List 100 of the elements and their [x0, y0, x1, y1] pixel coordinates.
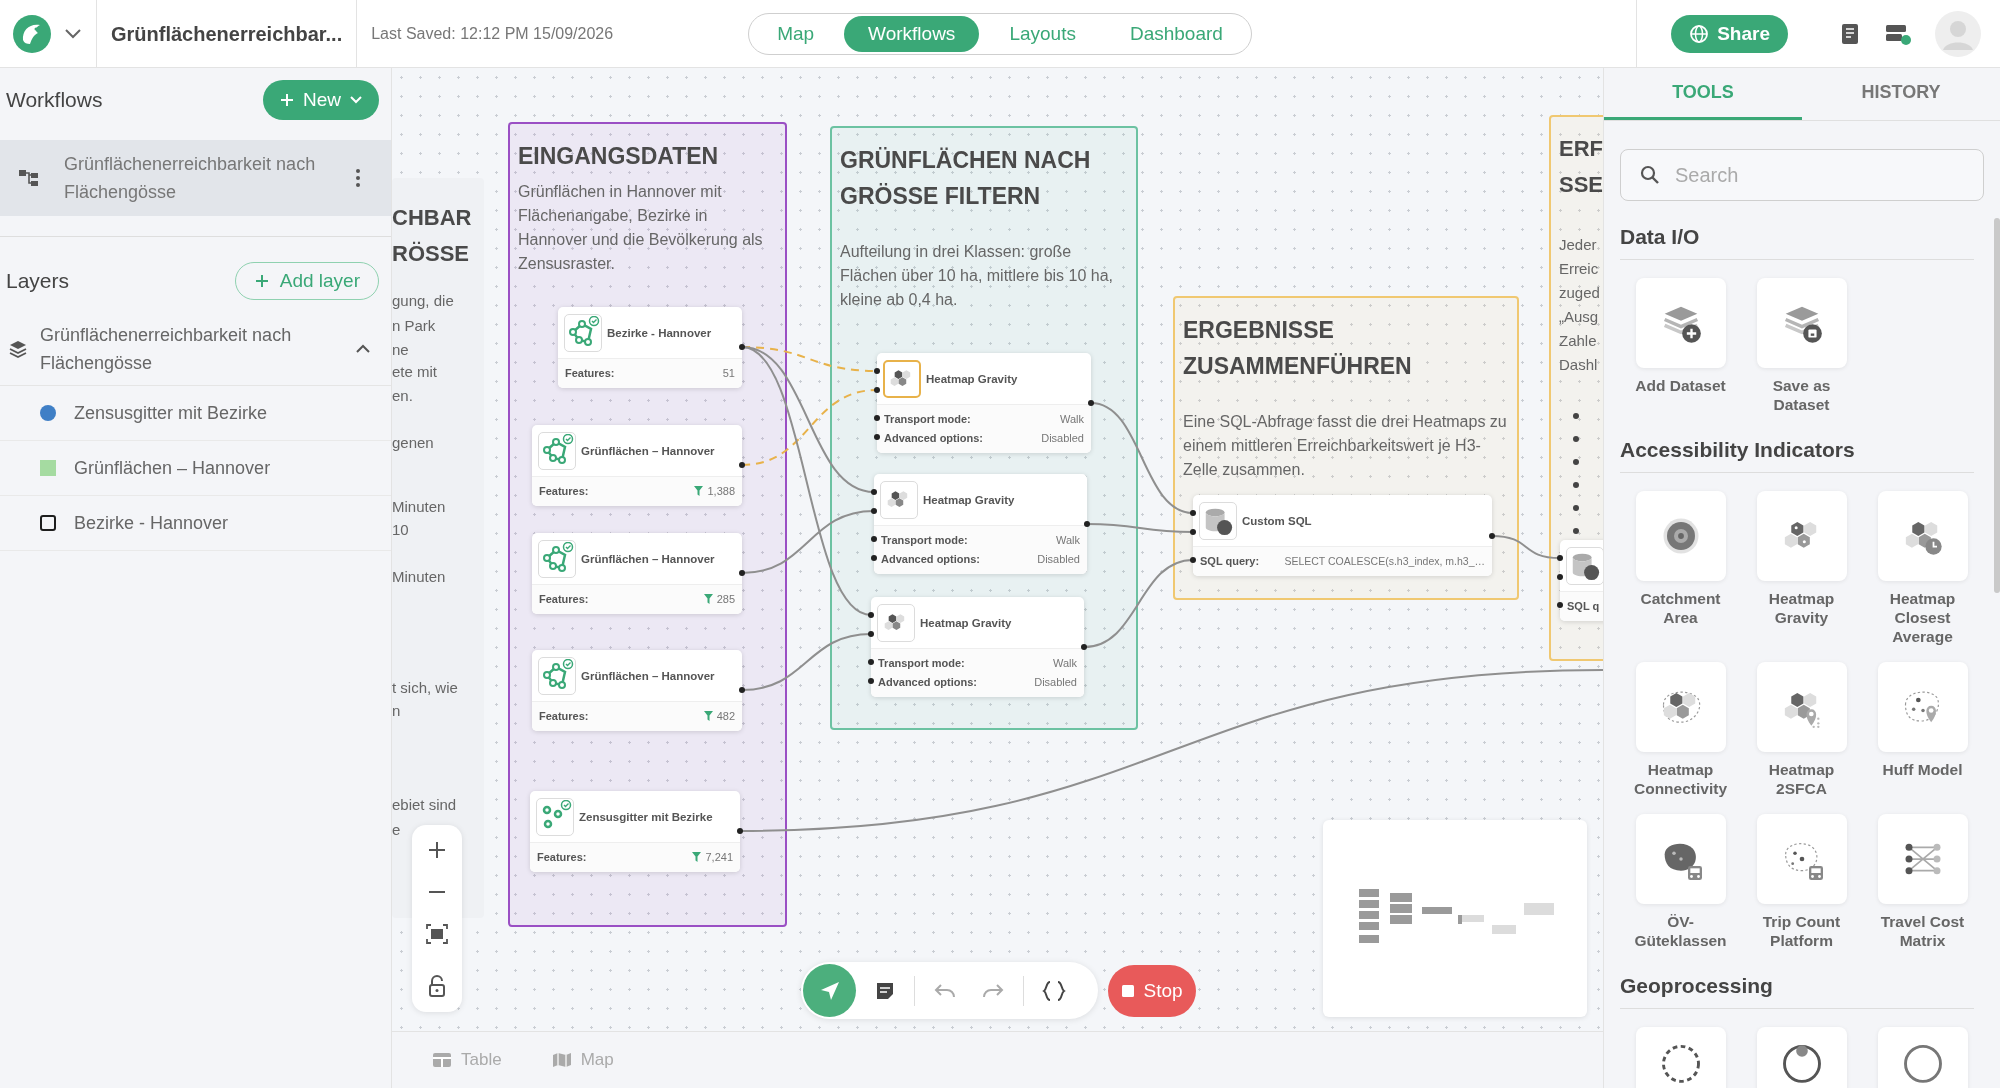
port-dot[interactable]	[739, 462, 745, 468]
port-dot[interactable]	[874, 368, 880, 374]
port-dot[interactable]	[871, 555, 877, 561]
node-card[interactable]: SQL q	[1560, 540, 1603, 621]
bullet-icon	[1573, 482, 1579, 488]
bullet-icon	[1573, 505, 1579, 511]
tool-label: Add Dataset	[1635, 376, 1726, 395]
node-card[interactable]: Grünflächen – Hannover Features: 285	[532, 533, 742, 614]
tool-label: Trip Count Platform	[1761, 912, 1842, 950]
bullet-icon	[1573, 413, 1579, 419]
tool-label: Huff Model	[1882, 760, 1963, 779]
node-title: Heatmap Gravity	[926, 372, 1018, 385]
tool-tile[interactable]	[1635, 278, 1726, 368]
field-value: 51	[722, 366, 735, 379]
server-status-icon[interactable]	[1884, 22, 1912, 46]
minimap[interactable]	[1323, 820, 1587, 1017]
port-dot[interactable]	[871, 536, 877, 542]
view-tab[interactable]: Workflows	[844, 16, 980, 52]
port-dot[interactable]	[739, 570, 745, 576]
port-dot[interactable]	[1190, 510, 1196, 516]
tool-tile[interactable]	[1635, 491, 1726, 581]
port-dot[interactable]	[868, 678, 874, 684]
share-button[interactable]: Share	[1671, 15, 1788, 53]
port-dot[interactable]	[868, 612, 874, 618]
port-dot[interactable]	[874, 434, 880, 440]
view-tab[interactable]: Dashboard	[1105, 16, 1247, 52]
group-title: GRÜNFLÄCHEN NACH GRÖSSE FILTERN	[840, 146, 1092, 211]
port-dot[interactable]	[1557, 555, 1563, 561]
panel-tab[interactable]: TOOLS	[1604, 68, 1802, 120]
panel-tab[interactable]: HISTORY	[1802, 68, 2000, 120]
port-dot[interactable]	[1084, 521, 1090, 527]
chevron-down-icon[interactable]	[64, 28, 82, 40]
tool-tile[interactable]	[1756, 491, 1847, 581]
field-label: Features:	[537, 850, 587, 863]
more-icon[interactable]	[355, 168, 361, 188]
field-value: Disabled	[1034, 675, 1077, 688]
field-value: 7,241	[705, 850, 733, 863]
node-card[interactable]: Zensusgitter mit Bezirke Features: 7,241	[530, 791, 740, 872]
port-dot[interactable]	[868, 631, 874, 637]
node-card[interactable]: Heatmap Gravity Transport mode: Walk Advanced options: Disabled	[871, 597, 1084, 697]
logo-icon[interactable]	[12, 14, 52, 54]
node-card[interactable]: Bezirke - Hannover Features: 51	[558, 307, 742, 388]
port-dot[interactable]	[871, 489, 877, 495]
braces-icon	[1042, 979, 1066, 1002]
node-card[interactable]: Grünflächen – Hannover Features: 1,388	[532, 425, 742, 506]
tool-tile[interactable]	[1756, 662, 1847, 752]
port-dot[interactable]	[737, 828, 743, 834]
layer-item[interactable]: Grünflächen – Hannover	[0, 441, 391, 496]
tool-tile[interactable]	[1877, 814, 1968, 904]
node-title: Zensusgitter mit Bezirke	[579, 810, 713, 823]
layers-icon	[8, 339, 28, 359]
tool-label: ÖV-Güteklassen	[1633, 912, 1728, 950]
text-line: Minuten	[392, 497, 446, 517]
layer-item[interactable]: Zensusgitter mit Bezirke	[0, 386, 391, 441]
node-card[interactable]: Grünflächen – Hannover Features: 482	[532, 650, 742, 731]
port-dot[interactable]	[739, 687, 745, 693]
workflow-item[interactable]: Grünflächenerreichbarkeit nach Flächengösse	[0, 140, 391, 216]
group-description: Grünflächen in Hannover mit Flächenangabe, Bezirke in Hannover und die Bevölkerung als Zensusraster.	[518, 182, 764, 274]
text-line: „Ausg	[1559, 307, 1600, 327]
port-dot[interactable]	[874, 415, 880, 421]
group-title: ERGEBNISSE ZUSAMMENFÜHREN	[1183, 316, 1413, 381]
tool-tile[interactable]	[1756, 278, 1847, 368]
port-dot[interactable]	[739, 344, 745, 350]
tool-label: Heatmap Gravity	[1767, 589, 1836, 627]
node-title: Grünflächen – Hannover	[581, 444, 715, 457]
port-dot[interactable]	[1557, 574, 1563, 580]
node-title: Grünflächen – Hannover	[581, 552, 715, 565]
port-dot[interactable]	[1190, 529, 1196, 535]
node-card[interactable]: Heatmap Gravity Transport mode: Walk Advanced options: Disabled	[874, 474, 1087, 574]
tool-tile[interactable]	[1877, 662, 1968, 752]
tool-tile[interactable]	[1635, 662, 1726, 752]
layer-group-row[interactable]: Grünflächenerreichbarkeit nach Flächengösse	[0, 313, 391, 386]
port-dot[interactable]	[1088, 400, 1094, 406]
bullet-icon	[1573, 528, 1579, 534]
node-title: Heatmap Gravity	[923, 493, 1015, 506]
field-label: Advanced options:	[881, 552, 980, 565]
tool-tile[interactable]	[1756, 814, 1847, 904]
tool-tile[interactable]	[1877, 491, 1968, 581]
chevron-up-icon[interactable]	[355, 344, 371, 354]
view-tab[interactable]: Map	[753, 16, 839, 52]
port-dot[interactable]	[874, 387, 880, 393]
search-field[interactable]: Search	[1620, 149, 1984, 201]
port-dot[interactable]	[1489, 533, 1495, 539]
port-dot[interactable]	[868, 659, 874, 665]
port-dot[interactable]	[871, 508, 877, 514]
tool-tile[interactable]	[1635, 814, 1726, 904]
text-line: Jeder	[1559, 235, 1598, 255]
scrollbar[interactable]	[1994, 218, 2000, 593]
stop-button[interactable]: Stop	[1108, 965, 1196, 1017]
view-tab[interactable]: Layouts	[985, 16, 1100, 52]
node-card[interactable]: Heatmap Gravity Transport mode: Walk Advanced options: Disabled	[877, 353, 1091, 453]
tool-label: Save as Dataset	[1771, 376, 1832, 414]
new-button[interactable]: New	[263, 80, 379, 120]
navigate-button[interactable]	[803, 964, 856, 1017]
layer-item[interactable]: Bezirke - Hannover	[0, 496, 391, 551]
port-dot[interactable]	[1081, 644, 1087, 650]
port-dot[interactable]	[1557, 602, 1563, 608]
port-dot[interactable]	[1190, 557, 1196, 563]
node-card[interactable]: Custom SQL SQL query: SELECT COALESCE(s.h3_index, m.h3_…	[1193, 495, 1492, 576]
field-value: 1,388	[707, 484, 735, 497]
